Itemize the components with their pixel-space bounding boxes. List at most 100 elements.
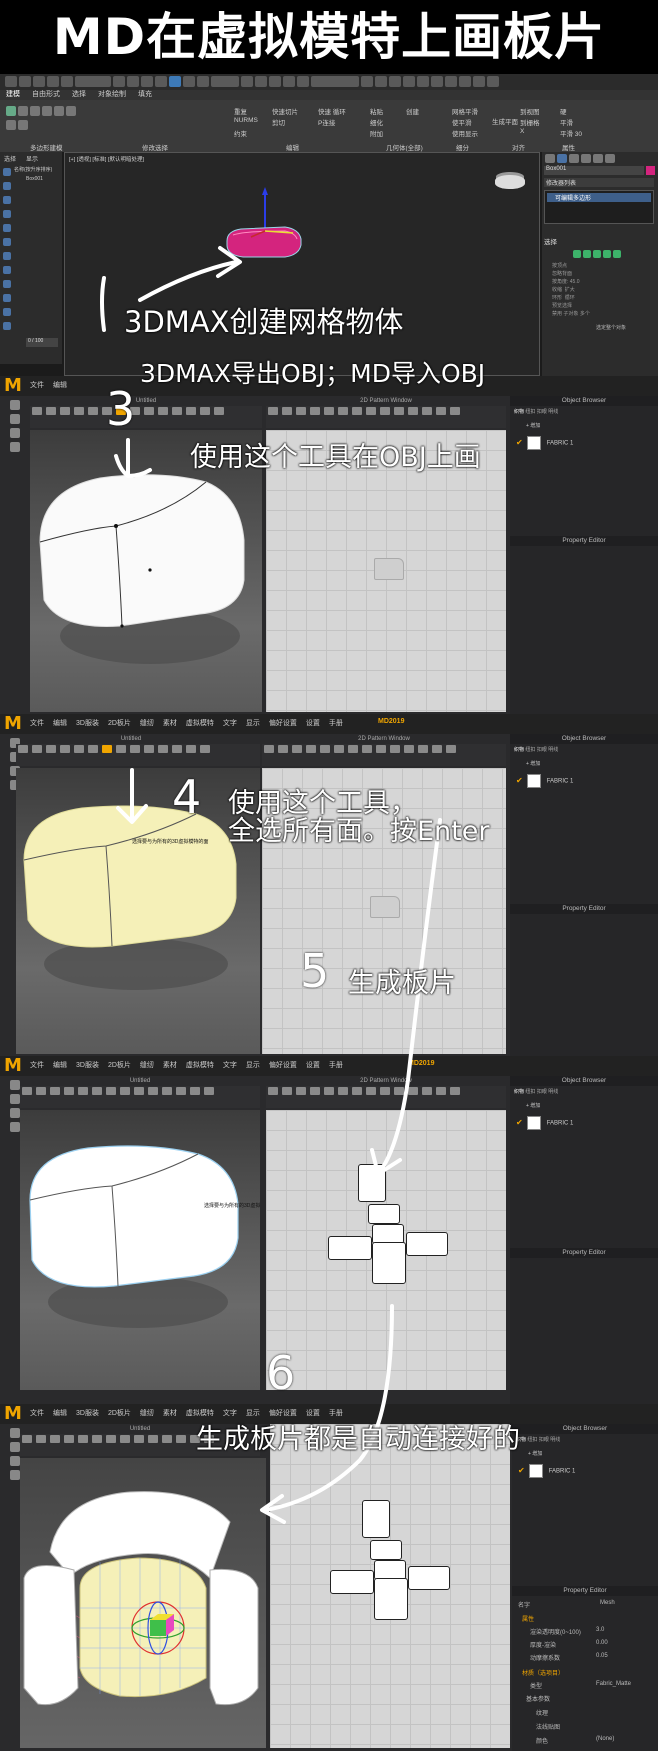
viewport-label[interactable]: [+] [透视] [标准] [默认明暗处理] bbox=[69, 155, 144, 163]
layer-icon[interactable] bbox=[389, 76, 401, 87]
menu-preferences[interactable]: 偏好设置 bbox=[269, 718, 297, 728]
3d-garment-window[interactable]: 选择要与为所有的3D虚拟模特的面 bbox=[16, 768, 260, 1054]
tool-icon[interactable] bbox=[148, 1087, 158, 1095]
tool-icon[interactable] bbox=[422, 407, 432, 415]
menu-preferences[interactable]: 偏好设置 bbox=[269, 1060, 297, 1070]
fabric-item[interactable]: ✔ FABRIC 1 bbox=[516, 774, 573, 788]
select-icon[interactable] bbox=[113, 76, 125, 87]
selection-filter-dropdown[interactable] bbox=[75, 76, 111, 87]
pattern-piece[interactable] bbox=[372, 1224, 404, 1244]
menu-file[interactable]: 文件 bbox=[30, 718, 44, 728]
tool-icon[interactable] bbox=[106, 1087, 116, 1095]
tool-icon[interactable] bbox=[46, 407, 56, 415]
tool-icon[interactable] bbox=[306, 745, 316, 753]
garment-icon[interactable] bbox=[10, 1094, 20, 1104]
unlink-icon[interactable] bbox=[47, 76, 59, 87]
tool-icon[interactable] bbox=[310, 1087, 320, 1095]
tool-icon[interactable] bbox=[268, 407, 278, 415]
pattern-piece[interactable] bbox=[370, 1540, 402, 1560]
pe-row-value[interactable]: 3.0 bbox=[596, 1627, 604, 1633]
menu-settings[interactable]: 设置 bbox=[306, 1060, 320, 1070]
pattern-piece[interactable] bbox=[368, 1204, 400, 1224]
tool-icon[interactable] bbox=[158, 745, 168, 753]
tab-topstitch[interactable]: 明线 bbox=[548, 409, 558, 415]
tool-icon[interactable] bbox=[32, 745, 42, 753]
filter-icon[interactable] bbox=[3, 168, 11, 176]
menu-settings[interactable]: 设置 bbox=[306, 718, 320, 728]
avatar-mesh-selected[interactable] bbox=[16, 768, 260, 1054]
tool-icon[interactable] bbox=[418, 745, 428, 753]
menu-preferences[interactable]: 偏好设置 bbox=[269, 1408, 297, 1418]
ribbon-item[interactable]: 平滑 30 bbox=[560, 128, 582, 138]
mirror-icon[interactable] bbox=[361, 76, 373, 87]
tool-icon[interactable] bbox=[176, 1087, 186, 1095]
tool-icon[interactable] bbox=[64, 1435, 74, 1443]
ribbon-item[interactable]: 创建 bbox=[406, 106, 419, 116]
menu-edit[interactable]: 编辑 bbox=[53, 718, 67, 728]
ribbon-item[interactable]: 使用显示 bbox=[452, 128, 478, 138]
tab-fabric[interactable]: 织物 bbox=[514, 409, 524, 415]
ribbon-item[interactable]: 使平滑 bbox=[452, 117, 472, 127]
tool-icon[interactable] bbox=[214, 407, 224, 415]
element-icon[interactable] bbox=[66, 106, 76, 116]
tool-icon[interactable] bbox=[36, 1087, 46, 1095]
tool-icon[interactable] bbox=[158, 407, 168, 415]
tool-icon[interactable] bbox=[106, 1435, 116, 1443]
ribbon-item[interactable]: 重复 bbox=[234, 106, 247, 116]
ribbon-group-label[interactable]: 编辑 bbox=[286, 142, 299, 152]
tool-icon[interactable] bbox=[88, 745, 98, 753]
pattern-piece[interactable] bbox=[328, 1236, 372, 1260]
tool-icon[interactable] bbox=[366, 1087, 376, 1095]
shrink-button[interactable]: 收缩 bbox=[552, 287, 562, 293]
ribbon-item[interactable]: 快速切片 bbox=[272, 106, 298, 116]
filter-icon[interactable] bbox=[3, 266, 11, 274]
hanger-icon[interactable] bbox=[10, 428, 20, 438]
vertex-mode-icon[interactable] bbox=[573, 250, 581, 258]
2d-pattern-window[interactable] bbox=[266, 1110, 506, 1390]
tool-icon[interactable] bbox=[120, 1087, 130, 1095]
tool-icon[interactable] bbox=[436, 407, 446, 415]
tool-icon[interactable] bbox=[60, 407, 70, 415]
filter-icon[interactable] bbox=[3, 182, 11, 190]
scene-tab-select[interactable]: 选择 bbox=[4, 154, 16, 163]
pivot-icon[interactable] bbox=[241, 76, 253, 87]
menu-materials[interactable]: 素材 bbox=[163, 1408, 177, 1418]
viewcube-icon[interactable] bbox=[495, 175, 525, 189]
pe-row-value[interactable]: 0.05 bbox=[596, 1653, 608, 1659]
filter-icon[interactable] bbox=[3, 280, 11, 288]
ribbon-item[interactable]: 粘贴 bbox=[370, 106, 383, 116]
ribbon-item[interactable]: 到视图 bbox=[520, 106, 540, 116]
render-icon[interactable] bbox=[487, 76, 499, 87]
menu-avatar[interactable]: 虚拟模特 bbox=[186, 1408, 214, 1418]
tab-populate[interactable]: 填充 bbox=[138, 90, 152, 100]
move-icon[interactable] bbox=[169, 76, 181, 87]
tool-icon[interactable] bbox=[324, 407, 334, 415]
tab-buttonhole[interactable]: 扣眼 bbox=[537, 409, 547, 415]
tab-fabric[interactable]: 织物 bbox=[514, 1089, 524, 1095]
grow-button[interactable]: 扩大 bbox=[565, 287, 575, 293]
pattern-piece[interactable] bbox=[362, 1500, 390, 1538]
loop-button[interactable]: 循环 bbox=[565, 295, 575, 301]
2d-pattern-window[interactable] bbox=[270, 1424, 510, 1748]
tool-icon[interactable] bbox=[338, 1087, 348, 1095]
tool-icon[interactable] bbox=[190, 1087, 200, 1095]
pattern-piece[interactable] bbox=[408, 1566, 450, 1590]
tool-icon[interactable] bbox=[408, 1087, 418, 1095]
tool-icon[interactable] bbox=[144, 407, 154, 415]
tool-icon[interactable] bbox=[64, 1087, 74, 1095]
garment-icon[interactable] bbox=[10, 1442, 20, 1452]
tool-icon[interactable] bbox=[134, 1435, 144, 1443]
menu-text[interactable]: 文字 bbox=[223, 718, 237, 728]
align-icon[interactable] bbox=[375, 76, 387, 87]
tab-button[interactable]: 纽扣 bbox=[525, 409, 535, 415]
tab-button[interactable]: 纽扣 bbox=[525, 747, 535, 753]
pattern-piece[interactable] bbox=[358, 1164, 386, 1202]
tool-icon[interactable] bbox=[450, 407, 460, 415]
border-icon[interactable] bbox=[42, 106, 52, 116]
modifier-list-dropdown[interactable]: 修改器列表 bbox=[544, 178, 654, 187]
fabric-item[interactable]: ✔ FABRIC 1 bbox=[516, 1116, 573, 1130]
display-tab-icon[interactable] bbox=[593, 154, 603, 163]
ribbon-item[interactable]: 硬 bbox=[560, 106, 567, 116]
preview-subobject[interactable]: 子对象 bbox=[563, 311, 578, 317]
menu-file[interactable]: 文件 bbox=[30, 1408, 44, 1418]
